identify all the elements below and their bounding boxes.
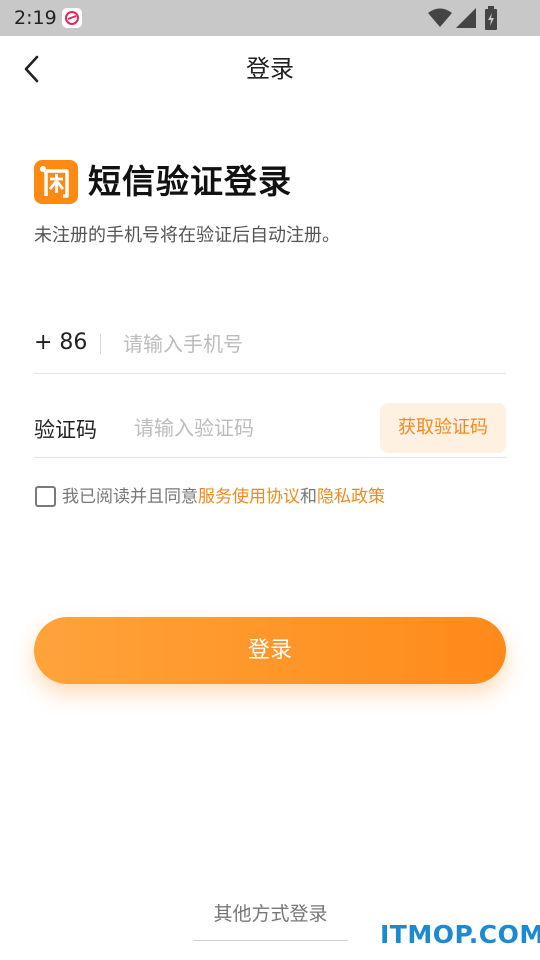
watermark: ITMOP.COM [380, 920, 540, 949]
login-heading: 短信验证登录 [88, 162, 292, 201]
register-hint: 未注册的手机号将在验证后自动注册。 [34, 225, 340, 246]
signal-icon [456, 8, 476, 28]
app-logo-icon [34, 160, 78, 204]
agreement-text: 我已阅读并且同意服务使用协议和隐私政策 [62, 484, 385, 510]
other-login-link[interactable]: 其他方式登录 [193, 896, 348, 941]
phone-row: + 86 [34, 318, 506, 374]
page-title: 登录 [246, 55, 294, 83]
verification-row: 验证码 获取验证码 [34, 400, 506, 458]
status-bar: 2:19 [0, 0, 540, 36]
agreement-row: 我已阅读并且同意服务使用协议和隐私政策 [34, 484, 514, 510]
verification-code-input[interactable] [134, 412, 369, 444]
agreement-checkbox[interactable] [35, 486, 56, 507]
agreement-and: 和 [300, 487, 317, 507]
battery-icon [485, 6, 497, 30]
wifi-icon [428, 8, 452, 27]
service-agreement-link[interactable]: 服务使用协议 [198, 487, 300, 507]
verification-label: 验证码 [34, 418, 97, 442]
country-code[interactable]: + 86 [34, 330, 87, 355]
status-time: 2:19 [14, 7, 57, 29]
get-code-button[interactable]: 获取验证码 [380, 403, 506, 453]
app-notification-icon [62, 8, 82, 28]
privacy-policy-link[interactable]: 隐私政策 [317, 487, 385, 507]
login-button[interactable]: 登录 [34, 617, 506, 684]
divider [100, 334, 101, 354]
agreement-prefix: 我已阅读并且同意 [62, 487, 198, 507]
phone-input[interactable] [123, 328, 493, 360]
